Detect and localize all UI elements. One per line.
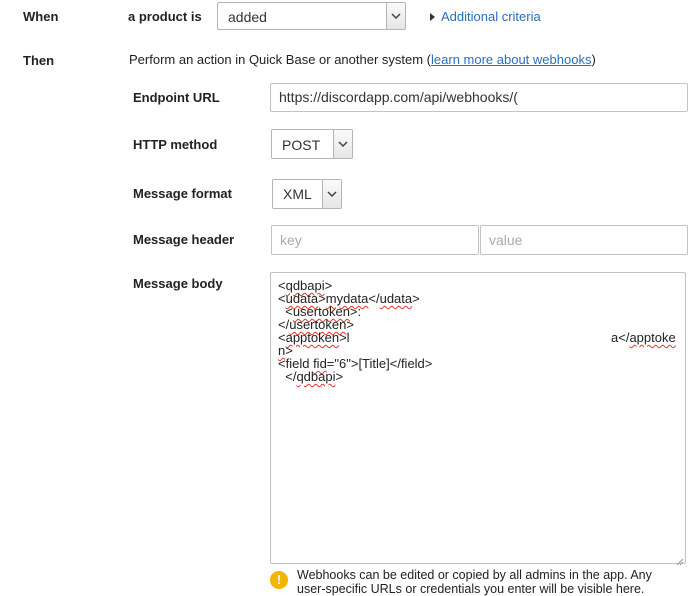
warning-text: Webhooks can be edited or copied by all …: [297, 568, 652, 596]
exclamation-icon: !: [270, 571, 288, 589]
chevron-down-icon: [333, 130, 352, 158]
message-body-textarea[interactable]: <qdbapi> <udata>mydata</udata> <usertoken…: [270, 272, 686, 564]
message-format-select[interactable]: XML: [272, 179, 342, 209]
chevron-down-icon: [386, 3, 405, 29]
message-format-label: Message format: [133, 186, 232, 201]
learn-more-link[interactable]: learn more about webhooks: [431, 52, 591, 67]
description-prefix: Perform an action in Quick Base or anoth…: [129, 52, 432, 67]
body-line: <apptoken>l a</apptoke: [278, 330, 676, 345]
message-format-value: XML: [283, 186, 312, 202]
message-header-label: Message header: [133, 232, 235, 247]
message-body-label: Message body: [133, 276, 223, 291]
http-method-label: HTTP method: [133, 137, 218, 152]
http-method-select[interactable]: POST: [271, 129, 353, 159]
endpoint-url-value: https://discordapp.com/api/webhooks/(: [279, 89, 518, 105]
event-select-value: added: [228, 9, 267, 25]
header-key-input[interactable]: [271, 225, 479, 255]
then-description: Perform an action in Quick Base or anoth…: [129, 52, 596, 67]
header-value-input[interactable]: [480, 225, 688, 255]
http-method-value: POST: [282, 137, 321, 153]
chevron-down-icon: [322, 180, 341, 208]
subject-label: a product is: [128, 9, 202, 24]
description-suffix: ): [591, 52, 596, 67]
event-select[interactable]: added: [217, 2, 406, 30]
body-line: </qdbapi>: [278, 369, 344, 384]
additional-criteria-toggle[interactable]: Additional criteria: [430, 9, 541, 24]
additional-criteria-link[interactable]: Additional criteria: [441, 9, 541, 24]
then-label: Then: [23, 53, 55, 68]
when-label: When: [23, 9, 59, 24]
endpoint-url-label: Endpoint URL: [133, 90, 220, 105]
endpoint-url-input[interactable]: https://discordapp.com/api/webhooks/(: [270, 83, 688, 112]
caret-right-icon: [430, 9, 435, 24]
